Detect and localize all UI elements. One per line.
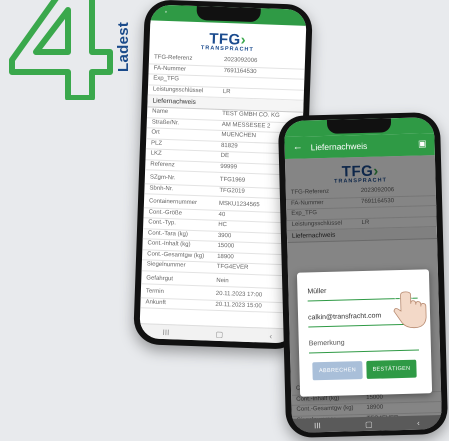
back-button[interactable]: ‹ — [417, 418, 420, 427]
camera-notch — [326, 118, 392, 134]
android-nav-bar: III ▢ ‹ — [139, 323, 296, 344]
header-info-list: TFG-Referenz 2023092006 FA-Nummer 769116453… — [147, 53, 306, 101]
tfg-logo: TFG› TRANSPRACHT — [334, 162, 388, 185]
recent-apps-button[interactable]: III — [162, 327, 169, 336]
confirm-button[interactable]: BESTÄTIGEN — [366, 359, 417, 379]
info-label: Cont.-Gesamtgw (kg) — [296, 405, 354, 413]
phone-front-screen: ← Liefernachweis ▣ TFG› TRANSPRACHT TFG-… — [283, 117, 443, 433]
header-info-list: TFG-Referenz 2023092006 FA-Nummer 769116453… — [285, 185, 437, 231]
back-button[interactable]: ‹ — [269, 331, 272, 340]
info-value: 20.11.2023 15:00 — [215, 301, 262, 309]
phone-front: ← Liefernachweis ▣ TFG› TRANSPRACHT TFG-… — [277, 111, 449, 439]
marketing-stage: Ladest ◦ TFG› TRANSPRACHT TFG-Referenz 20… — [0, 0, 449, 441]
info-label: Exp_TFG — [291, 210, 318, 217]
info-label: FA-Nummer — [291, 199, 324, 207]
recent-apps-button[interactable]: III — [314, 421, 321, 430]
info-label: Leistungsschlüssel — [291, 220, 343, 228]
container-list: Containernummer MSKU1234565 Cont.-Größe 40 C… — [141, 197, 301, 277]
android-nav-bar: III ▢ ‹ — [291, 414, 443, 433]
home-button[interactable]: ▢ — [215, 329, 223, 338]
document-icon[interactable]: ▣ — [418, 138, 427, 149]
back-arrow-icon[interactable]: ← — [292, 142, 302, 153]
info-value: 7691164530 — [360, 197, 395, 205]
camera-notch — [196, 5, 261, 23]
cancel-button[interactable]: ABBRECHEN — [312, 361, 363, 381]
app-bar-title: Liefernachweis — [310, 140, 368, 153]
info-value: 2023092006 — [360, 187, 395, 195]
vertical-banner-text: Ladest — [115, 21, 132, 72]
info-label: Ankunft — [145, 298, 166, 306]
tap-hand-icon — [392, 284, 427, 329]
schedule-list: Termin 20.11.2023 17:00 Ankunft 20.11.2023 … — [140, 287, 297, 314]
status-time: ◦ — [164, 8, 168, 16]
info-value: LR — [361, 219, 370, 226]
remark-field[interactable]: Bemerkung — [308, 333, 419, 354]
home-button[interactable]: ▢ — [365, 419, 373, 428]
info-label: TFG-Referenz — [290, 188, 330, 196]
info-value: 18900 — [366, 404, 384, 411]
info-value — [361, 206, 431, 217]
